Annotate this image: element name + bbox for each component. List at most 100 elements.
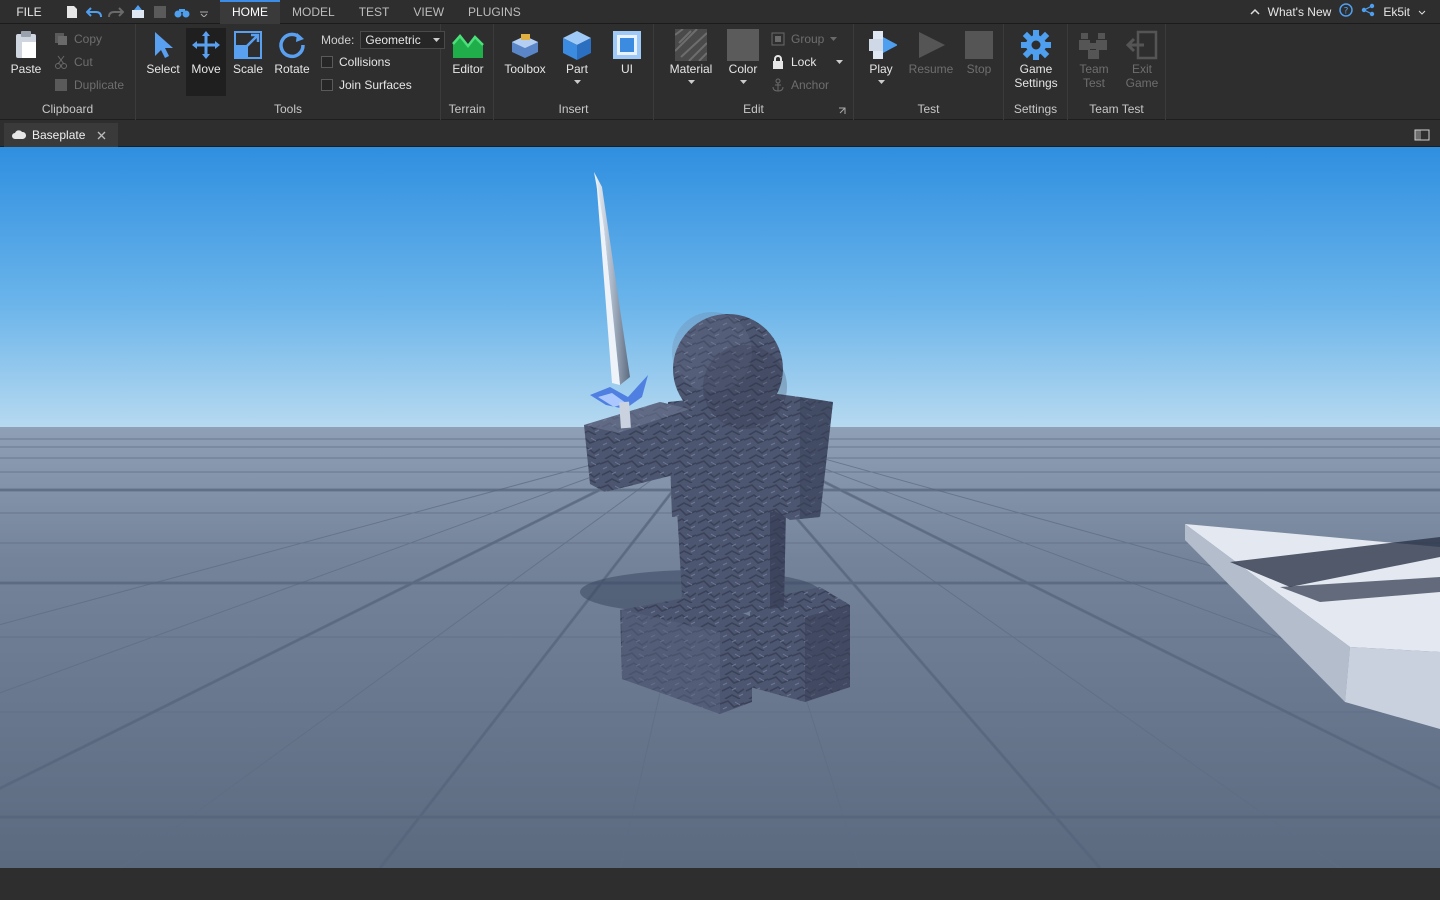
chevron-down-icon [877,80,885,84]
svg-text:?: ? [1344,7,1349,17]
customize-toolbar-icon[interactable] [196,4,212,20]
resume-button[interactable]: Resume [908,28,954,76]
collapse-ribbon-icon[interactable] [1250,5,1260,19]
scale-label: Scale [232,62,264,76]
stop-square-icon[interactable] [152,4,168,20]
quick-access-toolbar [64,4,212,20]
duplicate-button[interactable]: Duplicate [54,78,124,92]
scale-button[interactable]: Scale [230,28,266,76]
redo-icon[interactable] [108,4,124,20]
select-button[interactable]: Select [144,28,182,76]
chevron-down-icon [830,36,838,41]
user-menu[interactable]: Ek5it [1383,5,1410,19]
tools-group: Select Move Scale Rotate Mode: Geometric… [136,24,445,120]
chevron-down-icon[interactable] [1418,5,1426,19]
scale-icon [232,28,264,62]
play-label: Play [869,62,893,76]
mode-select[interactable]: Geometric [360,31,445,49]
team-test-icon [1078,28,1110,62]
color-label: Color [728,62,758,76]
group-button[interactable]: Group [771,32,838,46]
ui-button[interactable]: UI [608,28,646,76]
select-label: Select [146,62,180,76]
exit-game-button[interactable]: Exit Game [1122,28,1162,90]
clipboard-group: Paste Copy Cut Duplicate Clipboard [0,24,136,120]
material-icon [675,28,707,62]
cut-label: Cut [74,55,93,69]
rotate-label: Rotate [274,62,310,76]
resume-label: Resume [908,62,954,76]
whats-new-link[interactable]: What's New [1268,5,1332,19]
part-label: Part [565,62,588,76]
material-label: Material [669,62,713,76]
ribbon: Paste Copy Cut Duplicate Clipboard Selec… [0,24,1440,120]
collisions-checkbox[interactable] [321,56,333,68]
group-icon [771,32,785,46]
clipboard-group-label: Clipboard [41,102,94,116]
settings-group: Game Settings Settings [1004,24,1068,120]
material-button[interactable]: Material [666,28,716,85]
file-menu[interactable]: FILE [0,5,58,19]
chevron-down-icon [687,80,695,84]
collisions-label: Collisions [339,55,391,69]
toolbox-label: Toolbox [504,62,546,76]
collisions-toggle[interactable]: Collisions [321,55,390,69]
team-test-button[interactable]: Team Test [1074,28,1114,90]
anchor-label: Anchor [791,78,830,92]
stop-icon [963,28,995,62]
anchor-icon [772,78,784,92]
chevron-down-icon [739,80,747,84]
copy-label: Copy [74,32,103,46]
tab-model[interactable]: MODEL [280,0,347,24]
status-bar [0,868,1440,900]
ui-frame-icon [611,28,643,62]
lock-icon [773,55,783,69]
lock-button[interactable]: Lock [771,55,844,69]
terrain-group-label: Terrain [448,102,486,116]
terrain-editor-button[interactable]: Editor [449,28,487,76]
menu-bar: FILE HOME MODEL TEST VIEW PLUGINS What's… [0,0,1440,24]
game-settings-button[interactable]: Game Settings [1010,28,1062,90]
join-surfaces-checkbox[interactable] [321,79,333,91]
document-tab-baseplate[interactable]: Baseplate [4,123,118,147]
binoculars-icon[interactable] [174,4,190,20]
group-label: Group [791,32,825,46]
anchor-button[interactable]: Anchor [771,78,829,92]
help-icon[interactable]: ? [1339,3,1354,20]
part-button[interactable]: Part [558,28,596,85]
toolbox-icon [509,28,541,62]
exit-game-label-2: Game [1125,76,1159,90]
play-button[interactable]: Play [862,28,900,85]
toolbox-button[interactable]: Toolbox [502,28,548,76]
tools-group-label: Tools [273,102,302,116]
publish-icon[interactable] [130,4,146,20]
team-test-label-2: Test [1082,76,1105,90]
new-file-icon[interactable] [64,4,80,20]
tab-view[interactable]: VIEW [401,0,456,24]
3d-viewport[interactable] [0,147,1440,868]
color-button[interactable]: Color [724,28,762,85]
lock-label: Lock [791,55,817,69]
join-surfaces-toggle[interactable]: Join Surfaces [321,78,412,92]
roblox-studio-window: FILE HOME MODEL TEST VIEW PLUGINS What's… [0,0,1440,900]
stop-button[interactable]: Stop [960,28,998,76]
duplicate-icon [55,79,67,91]
copy-button[interactable]: Copy [54,32,102,46]
tab-home[interactable]: HOME [220,0,280,24]
right-menu: What's New ? Ek5it [1250,3,1440,20]
rotate-button[interactable]: Rotate [272,28,312,76]
undo-icon[interactable] [86,4,102,20]
move-arrows-icon [190,28,222,62]
ribbon-tabs: HOME MODEL TEST VIEW PLUGINS [220,0,533,24]
restore-window-icon[interactable] [1414,127,1430,141]
tab-plugins[interactable]: PLUGINS [456,0,533,24]
settings-group-label: Settings [1013,102,1058,116]
cut-button[interactable]: Cut [54,55,93,69]
move-button[interactable]: Move [186,28,226,96]
share-icon[interactable] [1361,3,1375,20]
team-test-group-label: Team Test [1089,102,1144,116]
tab-test[interactable]: TEST [347,0,402,24]
paste-button[interactable]: Paste [10,28,42,76]
close-icon[interactable] [97,131,106,140]
team-test-group: Team Test Exit Game Team Test [1068,24,1166,120]
